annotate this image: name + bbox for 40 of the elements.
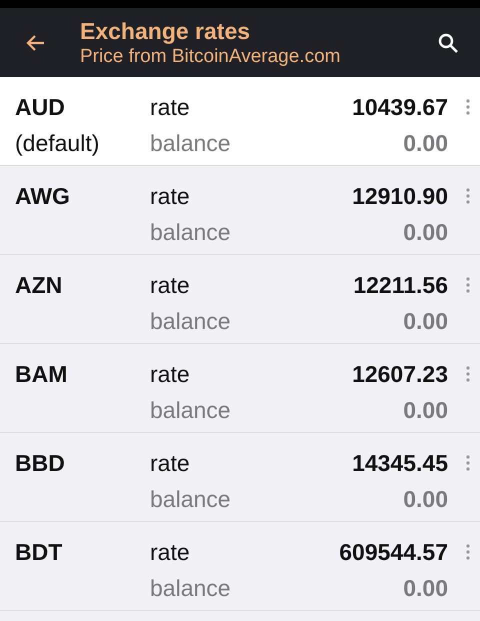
balance-label: balance (150, 307, 232, 336)
rate-value: 10439.67 (352, 93, 448, 122)
screen-subtitle: Price from BitcoinAverage.com (80, 44, 340, 68)
more-options-icon[interactable] (466, 277, 470, 293)
currency-code: AWG (15, 182, 71, 211)
rate-value: 14345.45 (352, 449, 448, 478)
balance-value: 0.00 (403, 396, 448, 425)
rate-value: 12910.90 (352, 182, 448, 211)
balance-label: balance (150, 129, 232, 158)
balance-label: balance (150, 218, 232, 247)
balance-label: balance (150, 485, 232, 514)
rate-label: rate (150, 360, 191, 389)
currency-code: BDT (15, 538, 64, 567)
rate-label: rate (150, 449, 191, 478)
more-options-icon[interactable] (466, 99, 470, 115)
more-options-icon[interactable] (466, 544, 470, 560)
rate-row[interactable]: AUD (default) rate balance 10439.67 0.00 (0, 77, 480, 166)
balance-value: 0.00 (403, 485, 448, 514)
rate-label: rate (150, 538, 191, 567)
rate-label: rate (150, 93, 191, 122)
rate-label: rate (150, 271, 191, 300)
currency-code: AUD (15, 93, 66, 122)
screen-title: Exchange rates (80, 16, 252, 44)
balance-label: balance (150, 574, 232, 603)
balance-label: balance (150, 396, 232, 425)
rate-value: 12211.56 (353, 271, 448, 300)
balance-value: 0.00 (403, 574, 448, 603)
balance-value: 0.00 (403, 307, 448, 336)
rate-value: 609544.57 (339, 538, 448, 567)
balance-value: 0.00 (403, 129, 448, 158)
more-options-icon[interactable] (466, 455, 470, 471)
default-note: (default) (15, 129, 100, 158)
currency-code: AZN (15, 271, 64, 300)
currency-code: BBD (15, 449, 66, 478)
more-options-icon[interactable] (466, 366, 470, 382)
rate-value: 12607.23 (352, 360, 448, 389)
balance-value: 0.00 (403, 218, 448, 247)
currency-code: BAM (15, 360, 68, 389)
rate-label: rate (150, 182, 191, 211)
more-options-icon[interactable] (466, 188, 470, 204)
